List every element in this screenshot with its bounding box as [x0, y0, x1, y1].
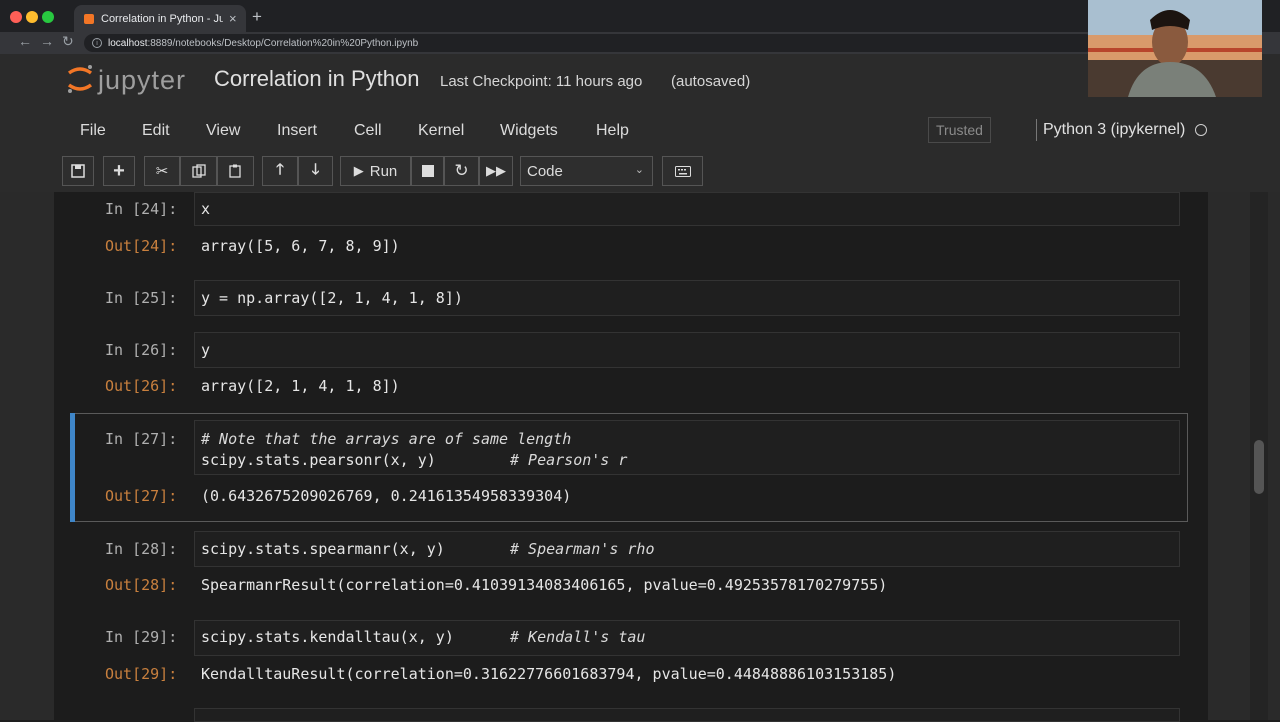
code-line: x: [201, 200, 211, 218]
forward-arrow-icon[interactable]: →: [40, 33, 54, 49]
cut-button[interactable]: ✂: [144, 156, 180, 186]
notebook-title[interactable]: Correlation in Python: [214, 66, 419, 92]
tab-close-icon[interactable]: ×: [229, 11, 237, 26]
close-window-button[interactable]: [10, 11, 22, 23]
play-icon: ▶: [353, 163, 364, 178]
out-prompt: Out[27]:: [105, 487, 178, 505]
keyboard-icon: [674, 165, 691, 177]
insert-cell-button[interactable]: +: [103, 156, 135, 186]
code-line: y = np.array([2, 1, 4, 1, 8]): [201, 289, 463, 307]
paste-icon: [228, 164, 241, 178]
arrow-down-icon: 🡓: [311, 160, 320, 178]
restart-run-all-button[interactable]: ▶▶: [479, 156, 513, 186]
jupyter-favicon-icon: [84, 13, 94, 24]
out-prompt: Out[28]:: [105, 576, 178, 594]
in-prompt: In [27]:: [105, 430, 178, 448]
cell-output: array([2, 1, 4, 1, 8]): [201, 377, 400, 395]
kernel-status-icon: [1195, 124, 1207, 136]
plus-icon: +: [113, 159, 125, 182]
kernel-divider: [1036, 119, 1037, 141]
minimize-window-button[interactable]: [26, 11, 38, 23]
in-prompt: In [24]:: [105, 200, 178, 218]
checkpoint-status: Last Checkpoint: 11 hours ago: [440, 73, 643, 90]
tab-title: Correlation in Python - Jupyter: [101, 12, 223, 25]
menu-file[interactable]: File: [80, 122, 106, 140]
code-comment: # Spearman's rho: [510, 540, 655, 558]
save-button[interactable]: [62, 156, 94, 186]
chevron-down-icon: ⌄: [634, 164, 644, 176]
code-cell-input[interactable]: [194, 192, 1180, 226]
trusted-badge[interactable]: Trusted: [928, 117, 991, 143]
browser-tab[interactable]: Correlation in Python - Jupyter ×: [74, 5, 246, 32]
in-prompt: In [29]:: [105, 628, 178, 646]
info-icon[interactable]: i: [92, 38, 102, 48]
url-host: localhost: [108, 37, 148, 49]
in-prompt: In [26]:: [105, 341, 178, 359]
back-arrow-icon[interactable]: ←: [18, 33, 32, 49]
cell-output: (0.6432675209026769, 0.24161354958339304…: [201, 487, 572, 505]
cell-output: array([5, 6, 7, 8, 9]): [201, 237, 400, 255]
reload-icon[interactable]: ↻: [62, 33, 74, 50]
menu-bar: File Edit View Insert Cell Kernel Widget…: [62, 112, 1214, 148]
interrupt-button[interactable]: [411, 156, 444, 186]
out-prompt: Out[26]:: [105, 377, 178, 395]
jupyter-logo-icon: [67, 65, 93, 93]
menu-edit[interactable]: Edit: [142, 122, 170, 140]
copy-button[interactable]: [180, 156, 217, 186]
menu-widgets[interactable]: Widgets: [500, 122, 558, 140]
copy-icon: [191, 164, 206, 178]
stop-icon: [421, 165, 434, 177]
jupyter-logo[interactable]: jupyter: [66, 63, 196, 97]
presenter-video-icon: [1088, 0, 1262, 97]
cell-type-value: Code: [527, 162, 563, 180]
code-line: scipy.stats.pearsonr(x, y): [201, 451, 436, 469]
webcam-overlay: [1088, 0, 1262, 97]
run-button[interactable]: ▶ Run: [340, 156, 411, 186]
run-label: Run: [369, 162, 398, 180]
out-prompt: Out[29]:: [105, 665, 178, 683]
move-down-button[interactable]: 🡓: [298, 156, 333, 186]
cell-type-select[interactable]: Code ⌄: [520, 156, 653, 186]
code-comment-line: # Note that the arrays are of same lengt…: [201, 430, 572, 448]
move-up-button[interactable]: 🡑: [262, 156, 298, 186]
url-field[interactable]: i localhost:8889/notebooks/Desktop/Corre…: [84, 34, 1094, 52]
kernel-name[interactable]: Python 3 (ipykernel): [1043, 121, 1185, 139]
in-prompt: In [25]:: [105, 289, 178, 307]
code-line: scipy.stats.spearmanr(x, y): [201, 540, 445, 558]
code-line: scipy.stats.kendalltau(x, y): [201, 628, 454, 646]
code-cell-input[interactable]: [194, 332, 1180, 368]
url-path: :8889/notebooks/Desktop/Correlation%20in…: [147, 37, 419, 49]
autosave-status: (autosaved): [671, 73, 751, 90]
code-comment: # Pearson's r: [510, 451, 628, 469]
menu-view[interactable]: View: [206, 122, 240, 140]
arrow-up-icon: 🡑: [276, 160, 284, 178]
menu-help[interactable]: Help: [596, 122, 629, 140]
command-palette-button[interactable]: [662, 156, 703, 186]
save-icon: [71, 164, 85, 178]
scrollbar-thumb[interactable]: [1254, 440, 1264, 494]
code-comment: # Kendall's tau: [510, 628, 646, 646]
code-line: y: [201, 341, 211, 359]
new-tab-button[interactable]: +: [252, 7, 262, 27]
fast-forward-icon: ▶▶: [486, 163, 506, 178]
menu-cell[interactable]: Cell: [354, 122, 382, 140]
maximize-window-button[interactable]: [42, 11, 54, 23]
selected-cell-indicator: [70, 413, 75, 522]
cell-output: SpearmanrResult(correlation=0.4103913408…: [201, 576, 888, 594]
out-prompt: Out[24]:: [105, 237, 178, 255]
in-prompt: In [28]:: [105, 540, 178, 558]
menu-insert[interactable]: Insert: [277, 122, 317, 140]
jupyter-logo-text: jupyter: [98, 65, 187, 95]
restart-button[interactable]: ↻: [444, 156, 479, 186]
paste-button[interactable]: [217, 156, 254, 186]
menu-kernel[interactable]: Kernel: [418, 122, 464, 140]
scissors-icon: ✂: [155, 163, 169, 180]
cell-output: KendalltauResult(correlation=0.316227766…: [201, 665, 897, 683]
restart-icon: ↻: [454, 161, 469, 180]
